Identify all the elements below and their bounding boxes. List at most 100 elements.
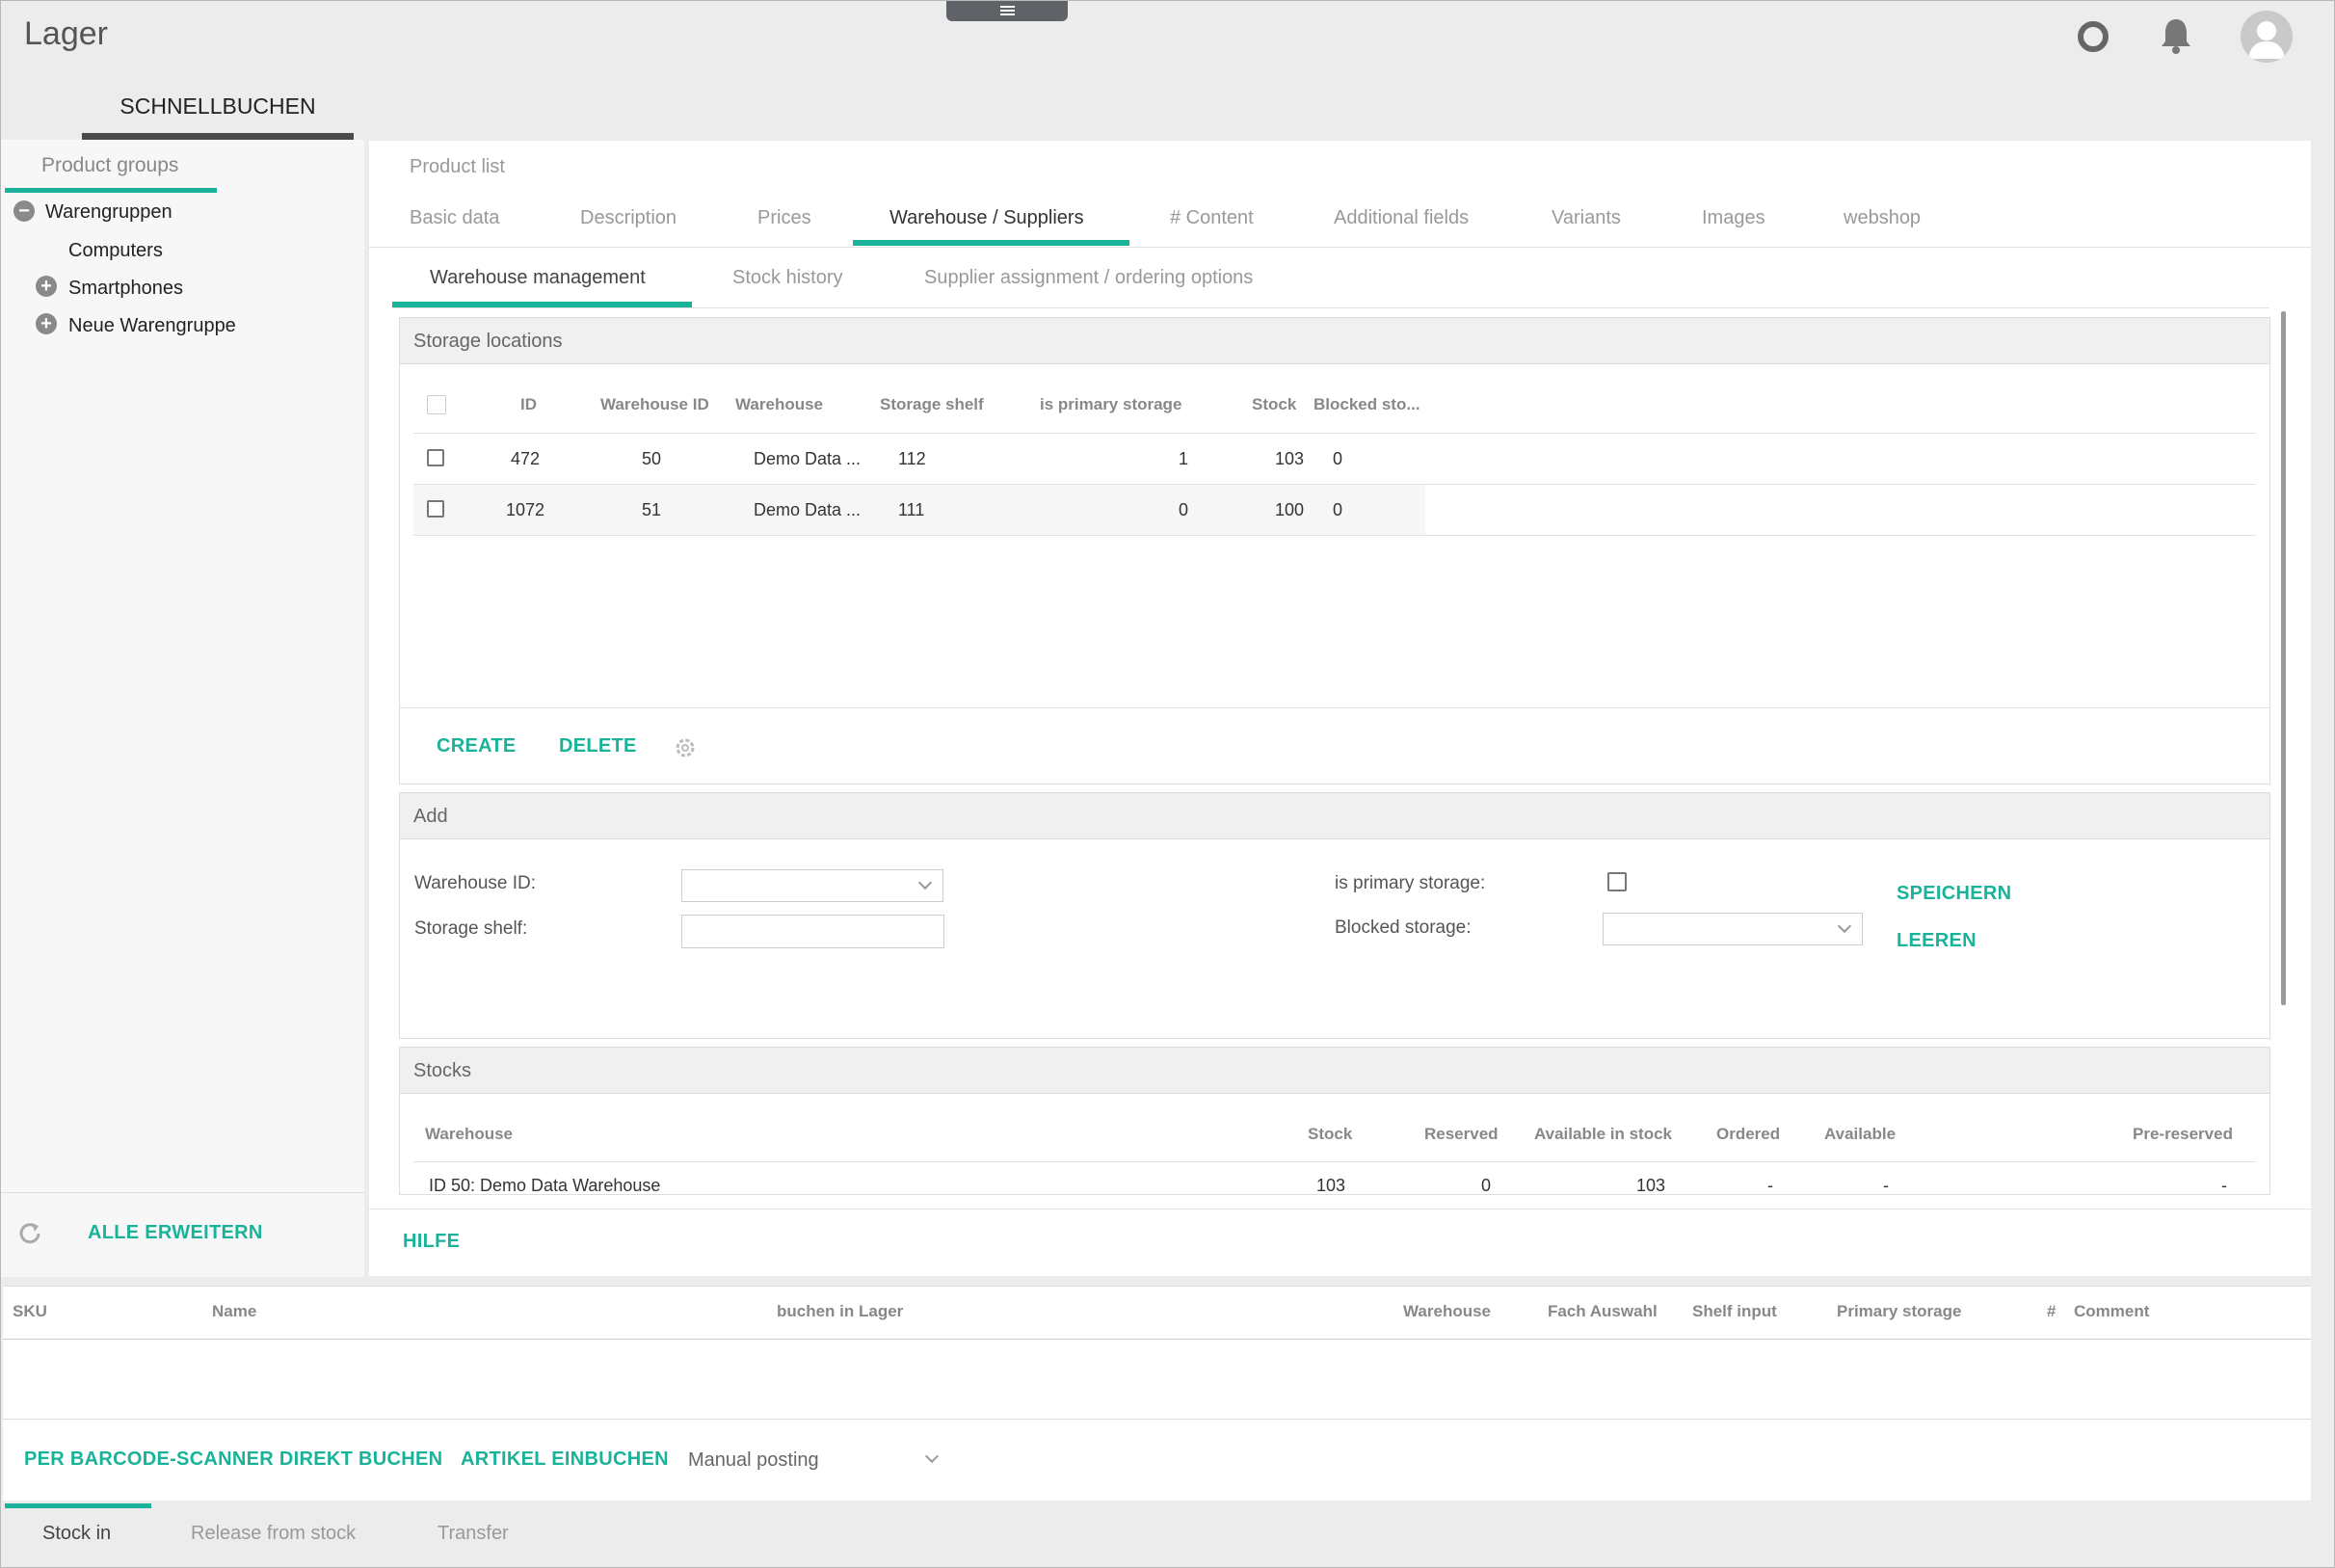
select-all-checkbox[interactable] [427, 395, 446, 414]
product-list-header[interactable]: Product list [410, 156, 505, 178]
storage-footer-divider [400, 707, 2269, 708]
tree-item-computers[interactable]: Computers [68, 240, 163, 262]
primary-storage-checkbox[interactable] [1607, 872, 1627, 891]
warehouse-id-label: Warehouse ID: [414, 873, 537, 893]
tab-basic-data[interactable]: Basic data [410, 207, 499, 229]
clear-button[interactable]: LEEREN [1897, 930, 1977, 952]
artikel-einbuchen-button[interactable]: ARTIKEL EINBUCHEN [461, 1448, 669, 1471]
ring-icon[interactable] [2076, 19, 2110, 54]
app-root: Lager SCHNELLBUCHEN Product groups − War… [0, 0, 2335, 1568]
menu-toggle-button[interactable] [946, 0, 1068, 21]
subtab-supplier-assignment[interactable]: Supplier assignment / ordering options [924, 267, 1253, 289]
row-checkbox[interactable] [427, 449, 444, 466]
expand-icon[interactable]: + [36, 313, 57, 334]
col-shelf-input[interactable]: Shelf input [1692, 1302, 1777, 1321]
col-stock[interactable]: Stock [1252, 395, 1296, 414]
tab-webshop[interactable]: webshop [1844, 207, 1921, 229]
storage-shelf-input[interactable] [681, 915, 944, 948]
barcode-book-button[interactable]: PER BARCODE-SCANNER DIREKT BUCHEN [24, 1448, 442, 1471]
stocks-title: Stocks [400, 1048, 2269, 1094]
tab-transfer[interactable]: Transfer [438, 1523, 509, 1545]
posting-mode-value: Manual posting [688, 1449, 819, 1471]
cell-stock: 103 [1275, 449, 1305, 468]
help-button[interactable]: HILFE [403, 1231, 460, 1253]
tabs-divider [369, 247, 2311, 248]
bell-icon[interactable] [2159, 15, 2193, 56]
col-storage-shelf[interactable]: Storage shelf [880, 395, 984, 414]
tab-content[interactable]: # Content [1170, 207, 1254, 229]
col-ordered[interactable]: Ordered [1716, 1125, 1780, 1144]
bottom-tab-underline [5, 1503, 151, 1508]
cell-reserved: 0 [1481, 1176, 1492, 1195]
expand-icon[interactable]: + [36, 276, 57, 297]
col-sku[interactable]: SKU [13, 1302, 47, 1321]
blocked-storage-select[interactable] [1603, 913, 1863, 945]
col-comment[interactable]: Comment [2074, 1302, 2149, 1321]
cell-warehouse: ID 50: Demo Data Warehouse [429, 1176, 661, 1195]
tab-description[interactable]: Description [580, 207, 677, 229]
tab-images[interactable]: Images [1702, 207, 1765, 229]
col-pre-reserved[interactable]: Pre-reserved [2133, 1125, 2233, 1144]
col-primary-storage[interactable]: Primary storage [1837, 1302, 1961, 1321]
posting-mode-select[interactable]: Manual posting [688, 1446, 944, 1478]
booking-body-divider [3, 1419, 2311, 1420]
col-available[interactable]: Available [1824, 1125, 1896, 1144]
cell-id: 472 [511, 449, 541, 468]
table-row[interactable]: ID 50: Demo Data Warehouse 103 0 103 - -… [400, 1162, 2269, 1195]
subtab-warehouse-management[interactable]: Warehouse management [430, 267, 646, 289]
tab-schnellbuchen-label: SCHNELLBUCHEN [119, 93, 316, 119]
sidebar-title-underline [5, 188, 217, 193]
storage-shelf-label: Storage shelf: [414, 918, 528, 939]
storage-locations-title: Storage locations [400, 318, 2269, 364]
create-button[interactable]: CREATE [437, 735, 517, 757]
tab-schnellbuchen-underline [82, 133, 354, 140]
collapse-icon[interactable]: − [13, 200, 35, 222]
table-row[interactable]: 472 50 Demo Data ... 112 1 103 0 [413, 434, 2256, 484]
col-available-in-stock[interactable]: Available in stock [1534, 1125, 1672, 1144]
app-title: Lager [24, 15, 108, 52]
cell-warehouse-id: 51 [642, 500, 662, 519]
hamburger-icon [1000, 6, 1015, 15]
col-primary-storage[interactable]: is primary storage [1040, 395, 1181, 414]
col-number[interactable]: # [2047, 1302, 2056, 1321]
col-name[interactable]: Name [212, 1302, 256, 1321]
tab-warehouse-suppliers[interactable]: Warehouse / Suppliers [889, 207, 1084, 229]
warehouse-id-select[interactable] [681, 869, 943, 902]
sidebar [0, 140, 364, 1277]
subtab-stock-history[interactable]: Stock history [732, 267, 842, 289]
col-buchen-in-lager[interactable]: buchen in Lager [777, 1302, 903, 1321]
tab-release-from-stock[interactable]: Release from stock [191, 1523, 356, 1545]
refresh-icon[interactable] [15, 1219, 44, 1248]
col-warehouse[interactable]: Warehouse [735, 395, 823, 414]
row-checkbox[interactable] [427, 500, 444, 518]
tab-schnellbuchen[interactable]: SCHNELLBUCHEN [82, 93, 354, 120]
stocks-panel: Stocks Warehouse Stock Reserved Availabl… [399, 1047, 2270, 1195]
chevron-down-icon [917, 875, 933, 890]
avatar[interactable] [2241, 11, 2293, 63]
delete-button[interactable]: DELETE [559, 735, 637, 757]
table-row[interactable]: 1072 51 Demo Data ... 111 0 100 0 [413, 485, 1425, 535]
tab-stock-in[interactable]: Stock in [42, 1523, 111, 1545]
col-warehouse[interactable]: Warehouse [1403, 1302, 1491, 1321]
col-stock[interactable]: Stock [1308, 1125, 1352, 1144]
gear-icon[interactable] [673, 735, 698, 760]
primary-storage-label: is primary storage: [1335, 873, 1486, 893]
tab-additional-fields[interactable]: Additional fields [1334, 207, 1469, 229]
col-blocked-storage[interactable]: Blocked sto... [1313, 395, 1420, 414]
expand-all-button[interactable]: ALLE ERWEITERN [88, 1222, 263, 1244]
cell-id: 1072 [506, 500, 545, 519]
sidebar-title[interactable]: Product groups [41, 154, 178, 177]
tab-variants[interactable]: Variants [1552, 207, 1621, 229]
col-warehouse[interactable]: Warehouse [425, 1125, 513, 1144]
save-button[interactable]: SPEICHERN [1897, 883, 2011, 905]
tab-prices[interactable]: Prices [757, 207, 811, 229]
cell-blocked: 0 [1333, 449, 1343, 468]
col-fach-auswahl[interactable]: Fach Auswahl [1548, 1302, 1658, 1321]
col-reserved[interactable]: Reserved [1424, 1125, 1499, 1144]
col-warehouse-id[interactable]: Warehouse ID [600, 395, 709, 414]
tree-item-label: Computers [68, 240, 163, 261]
col-id[interactable]: ID [520, 395, 537, 414]
row-divider [413, 535, 2256, 536]
content-scrollbar[interactable] [2281, 311, 2286, 1005]
cell-shelf: 111 [898, 500, 925, 519]
